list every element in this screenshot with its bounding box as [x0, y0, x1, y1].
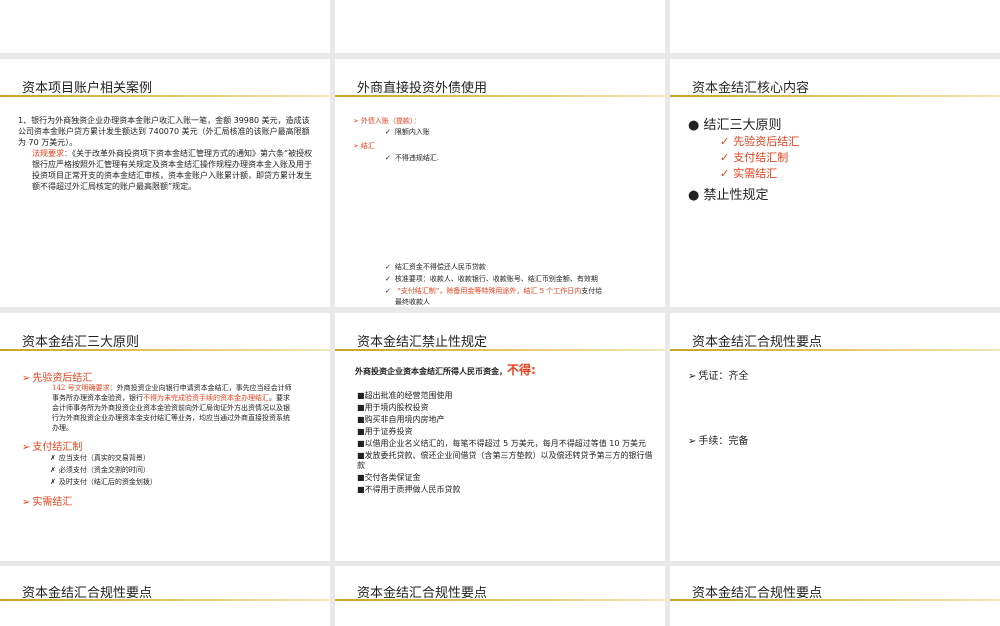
list-item: ■超出批准的经营范围使用 [357, 391, 453, 400]
slide-thumb-9[interactable]: 资本金结汇合规性要点 凭证：齐全 手续：完备 [670, 313, 1000, 561]
payment-item-1: 应当支付（真实的交易背景） [50, 453, 150, 463]
list-item-text: 超出批准的经营范围使用 [364, 391, 453, 400]
lead-text: 外商投资企业资本金结汇所得人民币资金， [355, 367, 507, 376]
prohibition-heading: ● 禁止性规定 [688, 188, 769, 203]
principle-1-heading: 先验资后结汇 [22, 369, 92, 384]
list-item: ■用于证券投资 [357, 427, 413, 436]
bullet-3: “支付结汇制”，除备用金等特殊用途外，结汇 5 个工作日内支付给 [385, 286, 655, 296]
title-rule [0, 599, 330, 601]
bullet-3-red: “支付结汇制”，除备用金等特殊用途外，结汇 5 个工作日内 [397, 287, 582, 295]
slide-thumb-8[interactable]: 资本金结汇禁止性规定 外商投资企业资本金结汇所得人民币资金，不得: ■超出批准的… [335, 313, 665, 561]
list-item: ■发放委托贷款、偿还企业间借贷（含第三方垫款）以及偿还转贷予第三方的银行借款 [357, 451, 653, 470]
slide-thumb-3[interactable] [670, 0, 1000, 53]
prohibition-list: ■超出批准的经营范围使用 ■用于境内股权投资 ■购买非自用境内房地产 ■用于证券… [357, 391, 653, 497]
payment-item-3: 及时支付（结汇后的资金划拨） [50, 477, 157, 487]
title-rule [670, 349, 1000, 351]
payment-item-2: 必须支付（资金交割的时间） [50, 465, 150, 475]
principle-1-detail: 142 号文明确要求：外商投资企业向银行申请资本金结汇，事先应当经会计师事务所办… [52, 383, 292, 433]
slide-thumb-2[interactable] [335, 0, 665, 53]
lead-red: 不得: [507, 363, 536, 377]
slide-title: 资本金结汇三大原则 [22, 335, 140, 350]
voucher-point: 凭证：齐全 [688, 367, 748, 382]
list-item-text: 不得用于质押做人民币贷款 [364, 485, 461, 494]
requirement-text: 《关于改革外商投资项下资本金结汇管理方式的通知》第六条“被授权银行应严格按照外汇… [32, 149, 313, 191]
requirement-label: 法规要求： [32, 149, 72, 158]
settle-check: 不得违规结汇. [385, 153, 439, 163]
slide-title: 资本金结汇合规性要点 [692, 335, 823, 350]
slide-title: 资本金结汇核心内容 [692, 81, 810, 96]
principle-3: 实需结汇 [720, 165, 777, 181]
title-rule [335, 599, 665, 601]
bullet-1: 结汇资金不得偿还人民币贷款 [385, 262, 486, 272]
slide-thumb-12[interactable]: 资本金结汇合规性要点 [670, 566, 1000, 626]
slide-thumb-7[interactable]: 资本金结汇三大原则 先验资后结汇 142 号文明确要求：外商投资企业向银行申请资… [0, 313, 330, 561]
title-rule [670, 95, 1000, 97]
principle-2: 支付结汇制 [720, 149, 788, 165]
detail-red-lead: 142 号文明确要求： [52, 384, 117, 392]
principle-heading-text: 结汇三大原则 [703, 118, 782, 133]
title-rule [0, 349, 330, 351]
bullet-3-line2: 最终收款人 [395, 298, 430, 306]
principle-2-heading: 支付结汇制 [22, 438, 82, 453]
list-item-text: 购买非自用境内房地产 [364, 415, 445, 424]
principle-heading: ● 结汇三大原则 [688, 118, 782, 133]
prohibition-lead: 外商投资企业资本金结汇所得人民币资金，不得: [355, 361, 536, 378]
slide-thumb-4[interactable]: 资本项目账户相关案例 1、银行为外商独资企业办理资本金账户收汇入账一笔，金额 3… [0, 59, 330, 307]
slide-title: 资本金结汇禁止性规定 [357, 335, 488, 350]
slide-thumb-10[interactable]: 资本金结汇合规性要点 [0, 566, 330, 626]
slide-thumb-1[interactable] [0, 0, 330, 53]
list-item-text: 用于境内股权投资 [364, 403, 429, 412]
list-item: ■交付各类保证金 [357, 473, 421, 482]
list-item-text: 交付各类保证金 [364, 473, 421, 482]
bullet-2: 核准要项：收款人、收款银行、收款账号、结汇币别金额、有效期 [385, 274, 598, 284]
bullet-3-rest: 支付给 [581, 287, 603, 295]
list-item: ■用于境内股权投资 [357, 403, 429, 412]
requirement-paragraph: 法规要求：《关于改革外商投资项下资本金结汇管理方式的通知》第六条“被授权银行应严… [32, 148, 317, 192]
title-rule [0, 95, 330, 97]
principle-3-heading: 实需结汇 [22, 493, 72, 508]
title-rule [335, 349, 665, 351]
inflow-label: 外债入账（提款）： [353, 116, 421, 126]
list-item: ■不得用于质押做人民币贷款 [357, 485, 461, 494]
list-item: ■以借用企业名义结汇的，每笔不得超过 5 万美元，每月不得超过等值 10 万美元 [357, 439, 647, 448]
title-rule [670, 599, 1000, 601]
slide-thumb-6[interactable]: 资本金结汇核心内容 ● 结汇三大原则 先验资后结汇 支付结汇制 实需结汇 ● 禁… [670, 59, 1000, 307]
slide-title: 资本项目账户相关案例 [22, 81, 153, 96]
slide-thumb-5[interactable]: 外商直接投资外债使用 外债入账（提款）： 限额内入账 结汇 不得违规结汇. 结汇… [335, 59, 665, 307]
list-item-text: 以借用企业名义结汇的，每笔不得超过 5 万美元，每月不得超过等值 10 万美元 [364, 439, 647, 448]
principle-1: 先验资后结汇 [720, 133, 799, 149]
procedure-point: 手续：完备 [688, 432, 748, 447]
inflow-check: 限额内入账 [385, 127, 430, 137]
title-rule [335, 95, 665, 97]
slide-title: 外商直接投资外债使用 [357, 81, 488, 96]
slide-thumb-11[interactable]: 资本金结汇合规性要点 [335, 566, 665, 626]
detail-red-mid: 不得为未完成验资手续的资本金办理结汇 [143, 394, 269, 402]
list-item-text: 发放委托贷款、偿还企业间借贷（含第三方垫款）以及偿还转贷予第三方的银行借款 [357, 451, 653, 470]
list-item: ■购买非自用境内房地产 [357, 415, 445, 424]
prohibition-heading-text: 禁止性规定 [703, 188, 769, 203]
list-item-text: 用于证券投资 [364, 427, 413, 436]
settle-label: 结汇 [353, 141, 375, 151]
case-item-1: 1、银行为外商独资企业办理资本金账户收汇入账一笔，金额 39980 美元，造成该… [18, 116, 310, 147]
